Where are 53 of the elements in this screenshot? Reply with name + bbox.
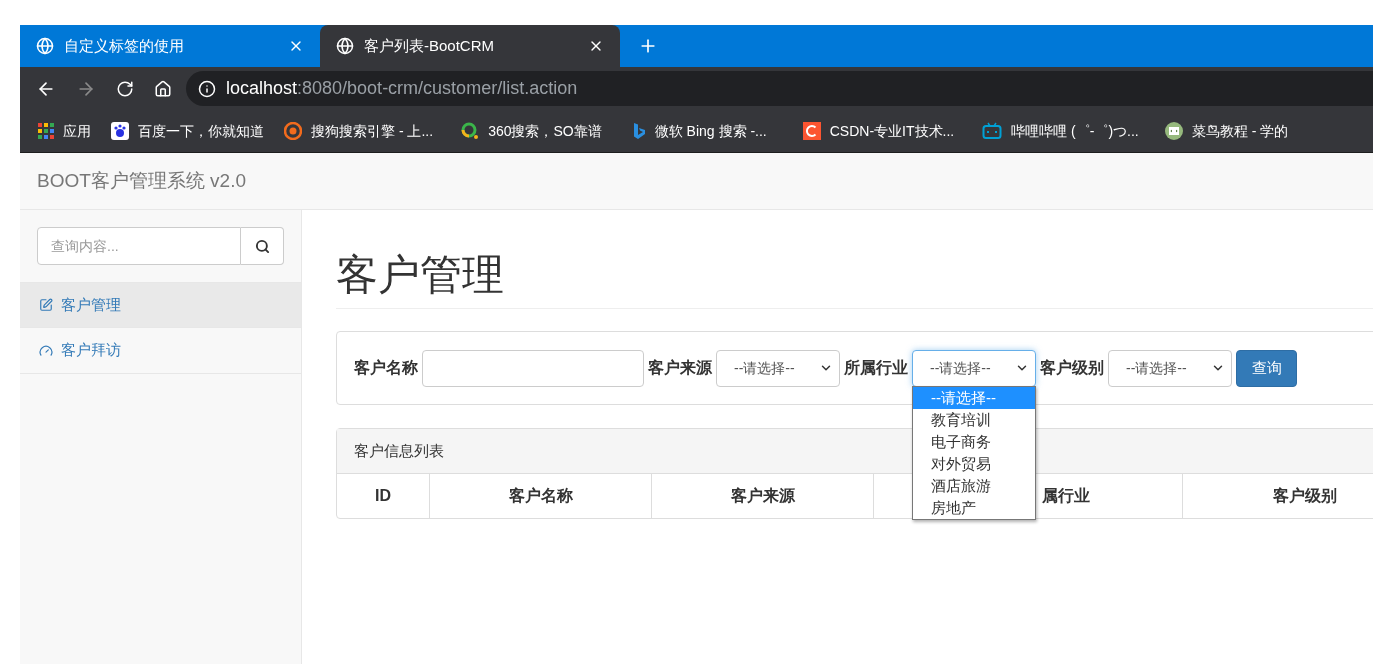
globe-icon [36, 37, 54, 55]
paw-icon [111, 122, 129, 140]
url-text: localhost:8080/boot-crm/customer/list.action [226, 77, 578, 100]
tab-title: 客户列表-BootCRM [364, 35, 495, 56]
column-header: 客户级别 [1182, 474, 1373, 519]
address-bar[interactable]: localhost:8080/boot-crm/customer/list.action [186, 71, 1373, 106]
panel-title: 客户信息列表 [354, 441, 444, 462]
filter-label: 客户级别 [1040, 358, 1104, 379]
info-icon[interactable] [198, 79, 216, 98]
text-field[interactable] [422, 349, 644, 387]
filter-label: 所属行业 [844, 358, 908, 379]
bookmark[interactable]: 搜狗搜索引擎 - 上... [284, 120, 434, 142]
dropdown-option[interactable]: 电子商务 [913, 430, 1035, 453]
b-ribbon-icon [631, 122, 646, 140]
search-button[interactable] [241, 227, 284, 265]
dropdown-option[interactable]: 房地产 [913, 496, 1035, 519]
gauge-icon [39, 343, 53, 358]
globe-icon [336, 37, 354, 55]
edit-icon [39, 298, 53, 312]
bookmark[interactable]: CSDN-专业IT技术... [802, 120, 955, 142]
query-button[interactable]: 查询 [1236, 349, 1297, 387]
filter-label: 客户名称 [354, 358, 418, 379]
dropdown-option[interactable]: 酒店旅游 [913, 474, 1035, 497]
code-badge-icon [1164, 122, 1183, 140]
column-header: 客户名称 [429, 474, 651, 519]
search-field[interactable]: 查询内容... [37, 227, 241, 265]
sidebar-item[interactable]: 客户管理 [20, 282, 301, 328]
bookmark[interactable]: 菜鸟教程 - 学的 [1164, 120, 1289, 142]
column-header: 客户来源 [651, 474, 873, 519]
browser-tab[interactable]: 客户列表-BootCRM [320, 25, 620, 67]
search-icon [254, 238, 270, 254]
select-field[interactable]: --请选择-- [1108, 349, 1232, 387]
bookmark[interactable]: 哔哩哔哩 (゜-゜)つ... [982, 120, 1139, 142]
browser-tab[interactable]: 自定义标签的使用 [20, 25, 320, 67]
ring-icon [461, 122, 480, 140]
column-header: ID [374, 486, 392, 507]
brand-title[interactable]: BOOT客户管理系统 v2.0 [37, 166, 247, 196]
dropdown-option[interactable]: 对外贸易 [913, 452, 1035, 475]
bookmark[interactable]: 应用 [38, 120, 91, 142]
dropdown-option[interactable]: 教育培训 [913, 408, 1035, 431]
bookmark[interactable]: 百度一下，你就知道 [111, 120, 264, 142]
bookmark[interactable]: 微软 Bing 搜索 -... [631, 120, 767, 142]
page-title: 客户管理 [336, 250, 1373, 310]
bookmark[interactable]: 360搜索，SO靠谱 [461, 120, 602, 142]
reload-icon[interactable] [116, 79, 134, 98]
apps-grid-icon [38, 123, 54, 139]
c-square-icon [802, 122, 821, 140]
home-icon[interactable] [154, 79, 172, 98]
select-field[interactable]: --请选择-- [912, 349, 1036, 387]
select-field[interactable]: --请选择-- [716, 349, 840, 387]
tab-title: 自定义标签的使用 [64, 35, 185, 56]
filter-label: 客户来源 [648, 358, 712, 379]
tv-icon [982, 122, 1003, 140]
